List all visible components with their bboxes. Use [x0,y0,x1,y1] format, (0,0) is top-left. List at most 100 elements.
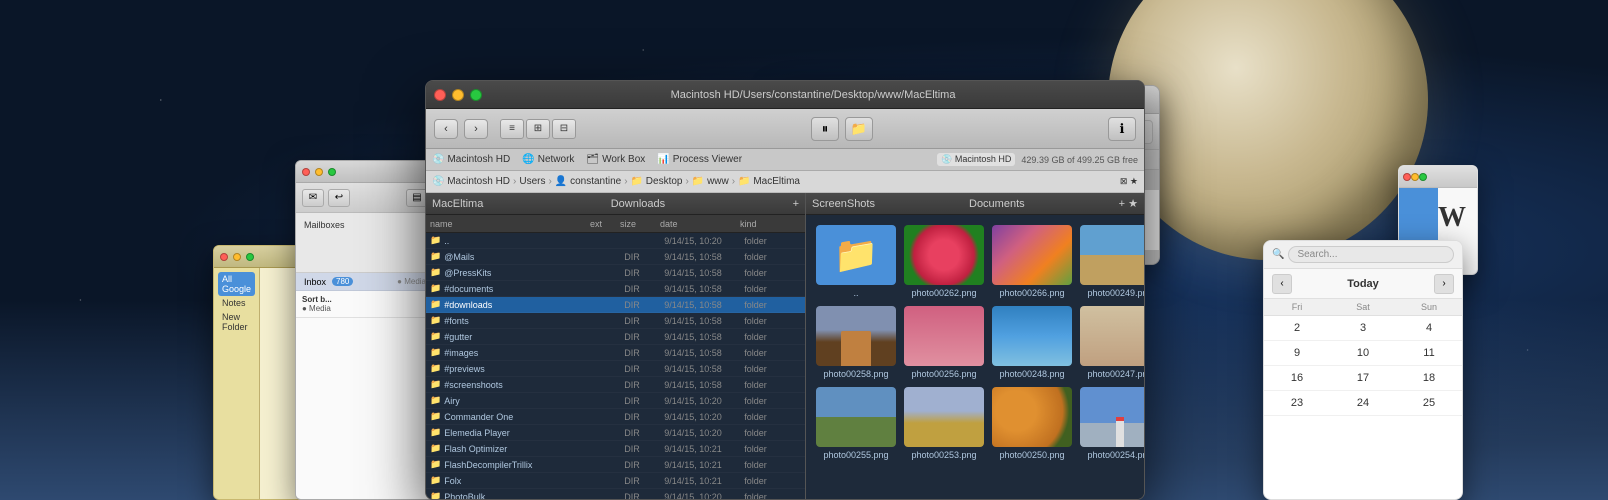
col-name-header: name [430,219,590,229]
file-row[interactable]: 📁Commander OneDIR9/14/15, 10:20folder [426,409,805,425]
cal-cell-11[interactable]: 11 [1396,341,1462,366]
pause-button[interactable]: ⏸ [811,117,839,141]
mail-item[interactable]: Sort b... ● Media [296,291,434,318]
finder-toolbar: ‹ › ≡ ⊞ ⊟ ⏸ 📁 ℹ [426,109,1144,149]
file-row[interactable]: 📁#documentsDIR9/14/15, 10:58folder [426,281,805,297]
cal-cell-17[interactable]: 17 [1330,366,1396,391]
calendar-search-input[interactable]: Search... [1288,246,1454,263]
calendar-grid: 2 3 4 9 10 11 16 17 18 23 24 25 [1264,316,1462,416]
file-row[interactable]: 📁#imagesDIR9/14/15, 10:58folder [426,345,805,361]
icon-item-photo258[interactable]: photo00258.png [816,306,896,379]
file-row[interactable]: 📁#fontsDIR9/14/15, 10:58folder [426,313,805,329]
icon-label-photo255: photo00255.png [823,450,888,460]
maximize-button[interactable] [470,89,482,101]
fav-network[interactable]: 🌐 Network [522,154,574,165]
mail-inbox-row[interactable]: Inbox 780 ● Media [296,273,434,291]
file-row[interactable]: 📁#screenshоotsDIR9/14/15, 10:58folder [426,377,805,393]
icon-item-photo248[interactable]: photo00248.png [992,306,1072,379]
cal-cell-3[interactable]: 3 [1330,316,1396,341]
back-button[interactable]: ‹ [434,119,458,139]
icon-item-photo255[interactable]: photo00255.png [816,387,896,460]
file-row[interactable]: 📁Elemedia PlayerDIR9/14/15, 10:20folder [426,425,805,441]
fav-workbox[interactable]: 🗂 Work Box [586,154,645,165]
left-panel-add[interactable]: + [793,198,799,210]
path-maceltima[interactable]: 📁 MacEltima [738,176,800,187]
icon-item-photo247[interactable]: photo00247.png [1080,306,1144,379]
icon-item-photo254[interactable]: photo00254.png [1080,387,1144,460]
file-row[interactable]: 📁Flash OptimizerDIR9/14/15, 10:21folder [426,441,805,457]
fav-macintosh-hd[interactable]: 💿 Macintosh HD [432,154,510,165]
right-panel-add[interactable]: + ★ [1119,197,1138,210]
cal-cell-25[interactable]: 25 [1396,391,1462,416]
icon-item-photo250[interactable]: photo00250.png [992,387,1072,460]
mail-maximize[interactable] [328,168,336,176]
cal-cell-9[interactable]: 9 [1264,341,1330,366]
info-button[interactable]: ℹ [1108,117,1136,141]
file-row[interactable]: 📁#gutterDIR9/14/15, 10:58folder [426,329,805,345]
folder-button[interactable]: 📁 [845,117,873,141]
fav-macintosh-hd-label: Macintosh HD [447,154,510,165]
finder-panels: MacEltima Downloads + name ext size date… [426,193,1144,499]
column-view-button[interactable]: ⊟ [552,119,576,139]
close-button[interactable] [434,89,446,101]
path-www[interactable]: 📁 www [692,176,729,187]
path-users[interactable]: Users [519,176,545,187]
file-row[interactable]: 📁AiryDIR9/14/15, 10:20folder [426,393,805,409]
list-view-button[interactable]: ≡ [500,119,524,139]
cal-cell-24[interactable]: 24 [1330,391,1396,416]
cal-cell-2[interactable]: 2 [1264,316,1330,341]
icon-item-photo256[interactable]: photo00256.png [904,306,984,379]
file-row-selected[interactable]: 📁#downloadsDIR9/14/15, 10:58folder [426,297,805,313]
mail-minimize[interactable] [315,168,323,176]
file-row[interactable]: 📁FlashDecompilerTrillixDIR9/14/15, 10:21… [426,457,805,473]
cal-header-sat: Sat [1330,299,1396,315]
file-row[interactable]: 📁@MailsDIR9/14/15, 10:58folder [426,249,805,265]
icon-label-photo248: photo00248.png [999,369,1064,379]
icon-item-folder[interactable]: 📁 .. [816,225,896,298]
wiki-maximize[interactable] [1419,173,1427,181]
fav-workbox-label: Work Box [602,154,645,165]
icon-view-button[interactable]: ⊞ [526,119,550,139]
mail-sidebar: Mailboxes [296,213,434,273]
path-macintosh-hd[interactable]: 💿 Macintosh HD [432,176,510,187]
icon-item-photo262[interactable]: photo00262.png [904,225,984,298]
file-row[interactable]: 📁FolxDIR9/14/15, 10:21folder [426,473,805,489]
notes-sidebar: All Google Notes New Folder [214,268,260,499]
notes-sidebar-all-google[interactable]: All Google [218,272,255,296]
notes-sidebar-notes[interactable]: Notes [218,296,255,310]
path-desktop[interactable]: 📁 Desktop [631,176,683,187]
notes-minimize[interactable] [233,253,241,261]
macintosh-hd-badge: 💿 Macintosh HD [937,153,1015,166]
cal-cell-23[interactable]: 23 [1264,391,1330,416]
photo253-thumb [904,387,984,447]
left-panel-subtitle: Downloads [483,198,792,210]
photo250-thumb [992,387,1072,447]
path-constantine[interactable]: 👤 constantine [555,176,621,187]
cal-cell-18[interactable]: 18 [1396,366,1462,391]
mailboxes-item[interactable]: Mailboxes [304,217,426,233]
cal-cell-4[interactable]: 4 [1396,316,1462,341]
mail-compose[interactable]: ✉ [302,189,324,207]
cal-cell-10[interactable]: 10 [1330,341,1396,366]
fav-process-viewer[interactable]: 📊 Process Viewer [657,154,742,165]
file-row[interactable]: 📁PhotoBulkDIR9/14/15, 10:20folder [426,489,805,499]
icon-item-photo249[interactable]: photo00249.png [1080,225,1144,298]
calendar-prev-button[interactable]: ‹ [1272,274,1292,294]
file-row[interactable]: 📁@PressKitsDIR9/14/15, 10:58folder [426,265,805,281]
right-panel: ScreenShots Documents + ★ 📁 .. photo0026… [806,193,1144,499]
mail-reply[interactable]: ↩ [328,189,350,207]
wiki-minimize[interactable] [1411,173,1419,181]
file-row[interactable]: 📁#previewsDIR9/14/15, 10:58folder [426,361,805,377]
wiki-close[interactable] [1403,173,1411,181]
icon-item-photo253[interactable]: photo00253.png [904,387,984,460]
file-row[interactable]: 📁..9/14/15, 10:20folder [426,233,805,249]
notes-sidebar-new-folder[interactable]: New Folder [218,310,255,334]
notes-maximize[interactable] [246,253,254,261]
minimize-button[interactable] [452,89,464,101]
calendar-next-button[interactable]: › [1434,274,1454,294]
cal-cell-16[interactable]: 16 [1264,366,1330,391]
icon-item-photo266[interactable]: photo00266.png [992,225,1072,298]
forward-button[interactable]: › [464,119,488,139]
notes-close[interactable] [220,253,228,261]
mail-close[interactable] [302,168,310,176]
